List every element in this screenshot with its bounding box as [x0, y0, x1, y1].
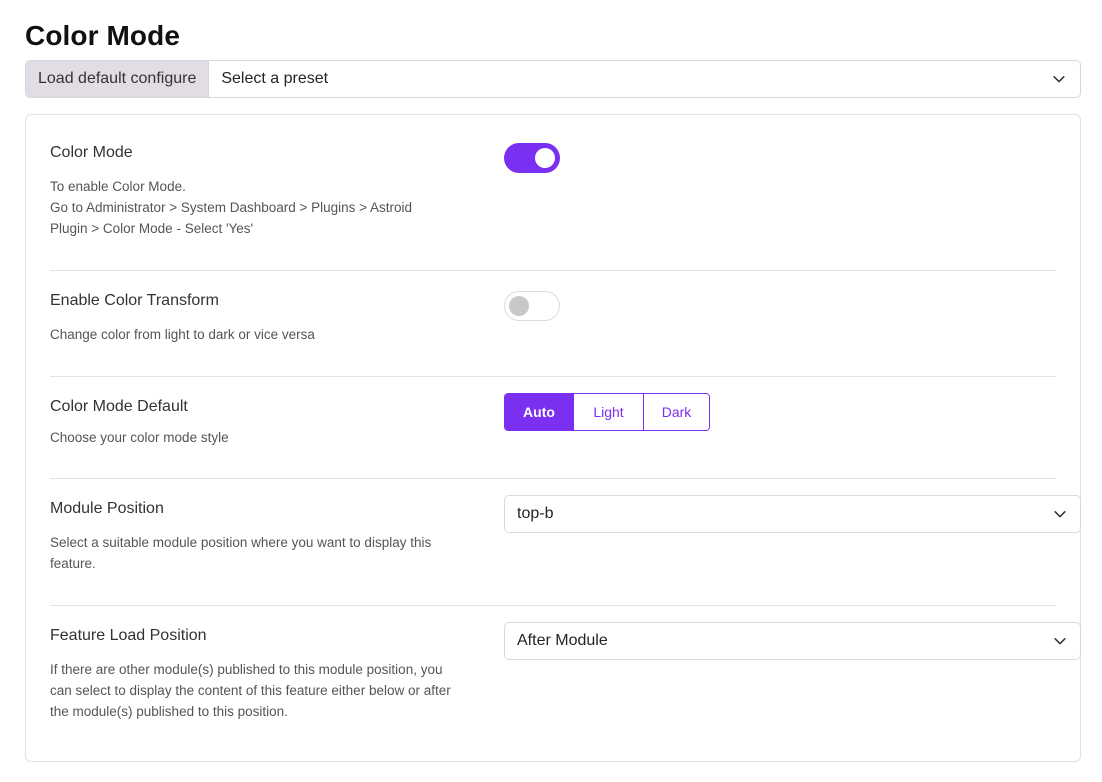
chevron-down-icon [1054, 638, 1066, 645]
feature-load-position-label: Feature Load Position [50, 627, 207, 644]
color-transform-toggle[interactable] [504, 291, 560, 321]
setting-module-position: Module Position Select a suitable module… [50, 479, 1081, 606]
color-transform-description: Change color from light to dark or vice … [50, 327, 315, 342]
preset-select[interactable]: Select a preset [209, 61, 1080, 97]
chevron-down-icon [1053, 76, 1065, 83]
setting-color-transform: Enable Color Transform Change color from… [50, 271, 1056, 377]
color-mode-default-description: Choose your color mode style [50, 430, 229, 445]
color-mode-auto-button[interactable]: Auto [505, 394, 573, 430]
color-mode-default-label: Color Mode Default [50, 398, 188, 415]
settings-panel: Color Mode To enable Color Mode. Go to A… [25, 114, 1081, 762]
module-position-description: Select a suitable module position where … [50, 535, 432, 571]
color-mode-dark-button[interactable]: Dark [643, 394, 709, 430]
color-mode-description: To enable Color Mode. Go to Administrato… [50, 176, 460, 239]
setting-feature-load-position: Feature Load Position If there are other… [50, 606, 1081, 762]
color-mode-page: Color Mode Load default configure Select… [0, 0, 1102, 782]
toggle-knob [509, 296, 529, 316]
module-position-label: Module Position [50, 500, 164, 517]
chevron-down-icon [1054, 511, 1066, 518]
color-transform-label: Enable Color Transform [50, 292, 219, 309]
color-mode-light-button[interactable]: Light [573, 394, 643, 430]
toggle-knob [535, 148, 555, 168]
setting-color-mode: Color Mode To enable Color Mode. Go to A… [50, 115, 1056, 271]
page-title: Color Mode [25, 20, 180, 51]
color-mode-desc-line1: To enable Color Mode. [50, 179, 186, 194]
color-mode-desc-line2: Go to Administrator > System Dashboard >… [50, 200, 413, 236]
feature-load-position-description: If there are other module(s) published t… [50, 662, 451, 719]
feature-load-position-value: After Module [517, 632, 608, 649]
setting-color-mode-default: Color Mode Default Choose your color mod… [50, 377, 1056, 479]
feature-load-position-select[interactable]: After Module [504, 622, 1081, 660]
color-mode-label: Color Mode [50, 144, 133, 161]
module-position-value: top-b [517, 505, 554, 522]
preset-select-value: Select a preset [221, 70, 329, 87]
preset-group: Load default configure Select a preset [25, 60, 1081, 98]
color-mode-toggle[interactable] [504, 143, 560, 173]
color-mode-default-button-group: Auto Light Dark [504, 393, 710, 431]
load-default-configure-label: Load default configure [26, 61, 210, 97]
module-position-select[interactable]: top-b [504, 495, 1081, 533]
